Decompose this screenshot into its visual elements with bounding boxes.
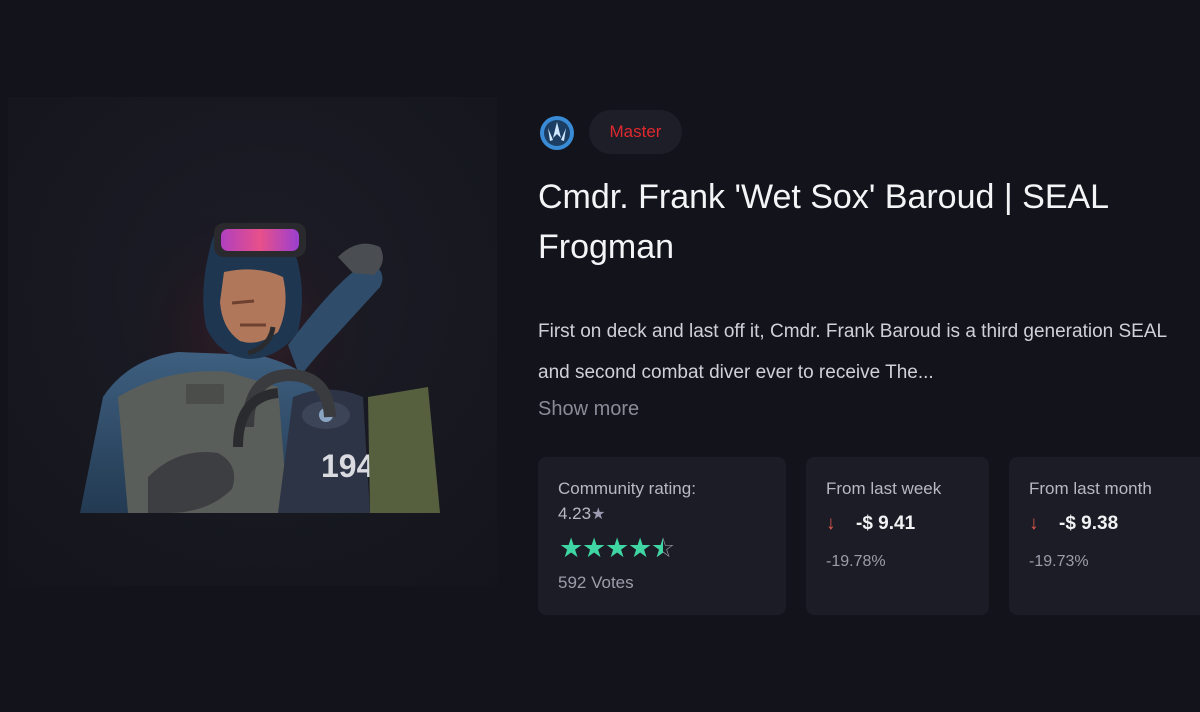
monthly-change-card: From last month ↓ -$ 9.38 -19.73% — [1009, 457, 1200, 615]
agent-description: First on deck and last off it, Cmdr. Fra… — [538, 321, 1167, 383]
month-percent-change: -19.73% — [1029, 553, 1089, 570]
week-price-change: ↓ -$ 9.41 — [826, 513, 916, 534]
winged-emblem-icon — [540, 116, 574, 150]
rating-label: Community rating: — [558, 479, 696, 498]
rebreather-number: 194 — [321, 448, 375, 484]
agent-image-panel: 194 — [8, 97, 497, 586]
rarity-badge: Master — [589, 110, 682, 154]
star-icon: ★ — [559, 533, 585, 563]
star-icon: ★ — [582, 533, 608, 563]
rating-stars[interactable]: ★★★★☆★ — [559, 533, 677, 563]
month-price-change: ↓ -$ 9.38 — [1029, 513, 1119, 534]
star-icon: ★ — [605, 533, 631, 563]
agent-title: Cmdr. Frank 'Wet Sox' Baroud | SEAL Frog… — [538, 178, 1108, 266]
weekly-change-card: From last week ↓ -$ 9.41 -19.78% — [806, 457, 989, 615]
arrow-down-icon: ↓ — [1029, 513, 1039, 534]
month-label: From last month — [1029, 479, 1152, 498]
star-icon: ★ — [628, 533, 654, 563]
agent-portrait-image[interactable]: 194 — [8, 97, 497, 586]
week-label: From last week — [826, 479, 942, 498]
arrow-down-icon: ↓ — [826, 513, 836, 534]
votes-count: 592 Votes — [558, 573, 634, 592]
community-rating-card: Community rating: 4.23★ ★★★★☆★ 592 Votes — [538, 457, 786, 615]
star-icon: ★ — [591, 506, 606, 523]
rating-value: 4.23★ — [558, 504, 606, 523]
week-percent-change: -19.78% — [826, 553, 886, 570]
partial-star-icon: ☆★ — [651, 533, 677, 563]
show-more-link[interactable]: Show more — [538, 398, 639, 421]
